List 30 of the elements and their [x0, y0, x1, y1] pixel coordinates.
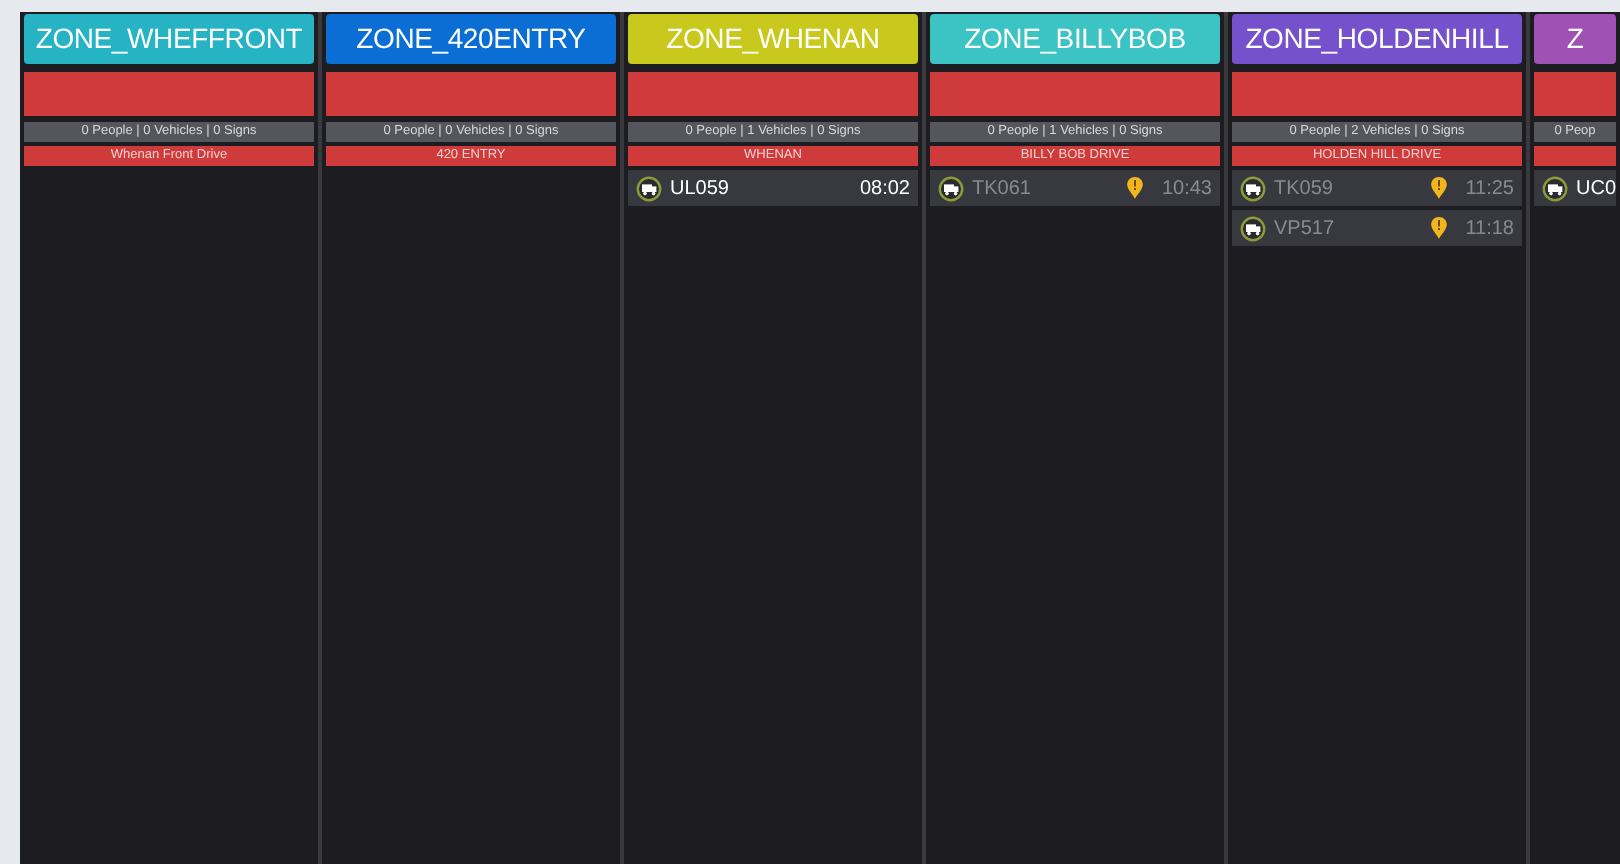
vehicle-row[interactable]: TK059 11:25 [1232, 170, 1522, 206]
zone-header: ZONE_WHEFFRONT [24, 14, 314, 64]
alert-bar [1534, 72, 1616, 116]
vehicle-time: 10:43 [1161, 175, 1212, 203]
vehicle-row[interactable]: UL059 08:02 [628, 170, 918, 206]
truck-icon [1542, 175, 1568, 201]
alert-pin-icon [1429, 216, 1448, 240]
zone-header: ZONE_420ENTRY [326, 14, 616, 64]
alert-pin-icon [1125, 176, 1144, 200]
truck-icon [1240, 175, 1266, 201]
zone-header: ZONE_WHENAN [628, 14, 918, 64]
alert-pin-icon [1429, 176, 1448, 200]
vehicle-time: 11:25 [1465, 175, 1514, 203]
vehicle-time: 11:18 [1465, 215, 1514, 243]
vehicle-id: VP517 [1274, 215, 1335, 243]
vehicle-id: UL059 [670, 175, 729, 203]
location-bar [1534, 146, 1616, 166]
zone-header: ZONE_HOLDENHILL [1232, 14, 1522, 64]
vehicle-row[interactable]: VP517 11:18 [1232, 210, 1522, 246]
zone-header: Z [1534, 14, 1616, 64]
vehicle-row[interactable]: TK061 10:43 [930, 170, 1220, 206]
vehicle-id: UC0 [1576, 175, 1617, 203]
vehicle-id: TK061 [972, 175, 1031, 203]
vehicle-time: 08:02 [859, 175, 910, 203]
truck-icon [636, 175, 662, 201]
vehicle-row[interactable]: UC0 [1534, 170, 1616, 206]
vehicle-id: TK059 [1274, 175, 1333, 203]
truck-icon [938, 175, 964, 201]
zone-header: ZONE_BILLYBOB [930, 14, 1220, 64]
truck-icon [1240, 215, 1266, 241]
